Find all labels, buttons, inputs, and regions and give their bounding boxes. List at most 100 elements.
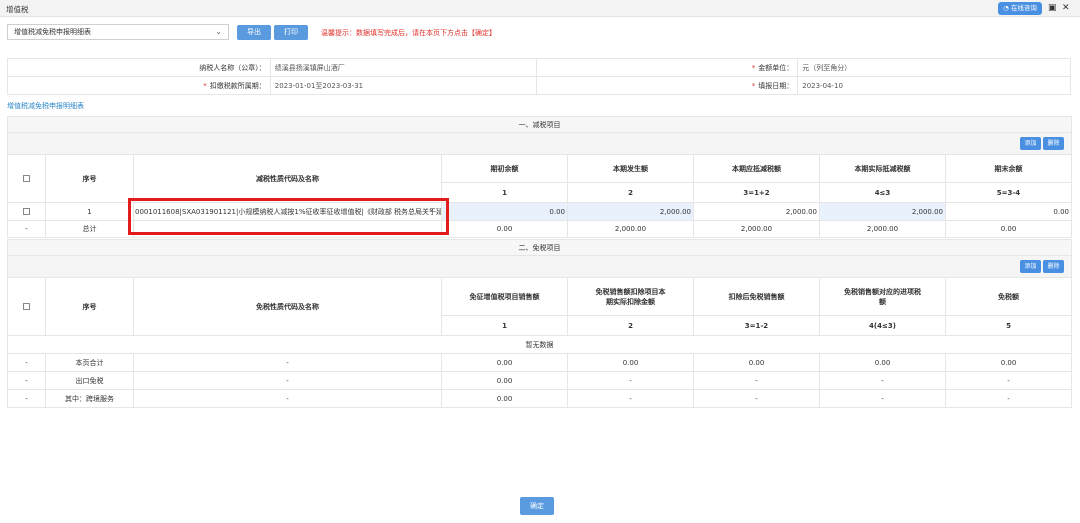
highlight-box <box>128 198 449 235</box>
form-type-select-value: 增值税减免税申报明细表 <box>14 28 91 36</box>
column-header: 本期发生额 <box>567 154 694 183</box>
total-closing: 0.00 <box>945 220 1072 238</box>
column-code: 3=1+2 <box>693 182 820 203</box>
tax-period-label: 扣缴税款所属期： <box>209 81 266 90</box>
row-dash: - <box>7 371 46 390</box>
row-value: - <box>567 371 694 390</box>
total-label: 总计 <box>45 220 134 238</box>
warm-tip-text: 温馨提示：数据填写完成后，请在本页下方点击【确定】 <box>321 29 496 37</box>
exemption-section-title: 二、免税项目 <box>7 239 1072 256</box>
add-button[interactable]: 添加 <box>1020 137 1041 150</box>
required-mark: * <box>751 63 756 72</box>
table-row: - 本页合计 - 0.00 0.00 0.00 0.00 0.00 <box>7 353 1072 372</box>
current-amount-input[interactable]: 2,000.00 <box>567 202 694 221</box>
row-label: 其中：跨境服务 <box>45 389 134 408</box>
row-value: 0.00 <box>819 353 946 372</box>
required-mark: * <box>751 81 756 90</box>
required-mark: * <box>203 81 207 90</box>
column-header: 免税销售额对应的进项税额 <box>819 277 946 316</box>
total-opening: 0.00 <box>441 220 568 238</box>
amount-unit-label: 金额单位： <box>758 63 794 72</box>
column-header: 本期实际抵减税额 <box>819 154 946 183</box>
empty-data-text: 暂无数据 <box>7 335 1072 354</box>
table-row: - 其中：跨境服务 - 0.00 - - - - <box>7 389 1072 408</box>
column-code: 5=3-4 <box>945 182 1072 203</box>
column-header: 期初余额 <box>441 154 568 183</box>
delete-button[interactable]: 删除 <box>1043 260 1064 273</box>
add-button[interactable]: 添加 <box>1020 260 1041 273</box>
deductible-amount-value: 2,000.00 <box>693 202 820 221</box>
online-consult-button[interactable]: ◔ 在线咨询 <box>998 2 1042 15</box>
row-dash: - <box>7 220 46 238</box>
exemption-table: 二、免税项目 添加 删除 序号 免税性质代码及名称 免征增值税项目销售额 免税销售… <box>7 239 1072 408</box>
amount-unit-value: 元（列至角分） <box>797 58 1071 77</box>
window-title-bar: 增值税 ◔ 在线咨询 ▣ ✕ <box>0 0 1080 17</box>
window-title: 增值税 <box>6 5 29 14</box>
column-header: 减税性质代码及名称 <box>133 154 442 203</box>
column-header: 扣除后免税销售额 <box>693 277 820 316</box>
column-header: 免税额 <box>945 277 1072 316</box>
row-value: - <box>693 389 820 408</box>
row-value: - <box>819 371 946 390</box>
column-header: 免税销售额扣除项目本期实际扣除金额 <box>567 277 694 316</box>
taxpayer-name-label: 纳税人名称（公章）： <box>7 58 271 77</box>
row-dash: - <box>7 389 46 408</box>
row-value: - <box>819 389 946 408</box>
total-current: 2,000.00 <box>567 220 694 238</box>
opening-balance-input[interactable]: 0.00 <box>441 202 568 221</box>
table-row: - 出口免税 - 0.00 - - - - <box>7 371 1072 390</box>
row-value: 0.00 <box>567 353 694 372</box>
headset-icon: ◔ <box>1003 4 1009 12</box>
column-code: 2 <box>567 315 694 336</box>
row-dash: - <box>7 353 46 372</box>
tax-period-value: 2023-01-01至2023-03-31 <box>269 76 537 95</box>
fill-date-label: 填报日期： <box>758 81 794 90</box>
row-value: 0.00 <box>441 371 568 390</box>
section-caption: 增值税减免税申报明细表 <box>7 102 84 110</box>
column-header: 序号 <box>45 154 134 203</box>
row-name: - <box>133 353 442 372</box>
row-name: - <box>133 389 442 408</box>
closing-balance-value: 0.00 <box>945 202 1072 221</box>
row-value: - <box>945 389 1072 408</box>
column-code: 4(4≤3) <box>819 315 946 336</box>
restore-window-icon[interactable]: ▣ <box>1048 3 1057 13</box>
chevron-down-icon: ⌄ <box>215 27 222 36</box>
row-value: 0.00 <box>945 353 1072 372</box>
column-header: 期末余额 <box>945 154 1072 183</box>
delete-button[interactable]: 删除 <box>1043 137 1064 150</box>
select-all-checkbox[interactable] <box>23 303 30 310</box>
actual-deduction-input[interactable]: 2,000.00 <box>819 202 946 221</box>
column-header: 序号 <box>45 277 134 336</box>
column-header: 免税性质代码及名称 <box>133 277 442 336</box>
confirm-button[interactable]: 确定 <box>520 497 554 515</box>
column-code: 1 <box>441 315 568 336</box>
total-actual: 2,000.00 <box>819 220 946 238</box>
column-code: 4≤3 <box>819 182 946 203</box>
column-code: 1 <box>441 182 568 203</box>
row-value: - <box>693 371 820 390</box>
online-consult-label: 在线咨询 <box>1010 4 1037 12</box>
column-code: 3=1-2 <box>693 315 820 336</box>
select-all-checkbox[interactable] <box>23 175 30 182</box>
export-button[interactable]: 导出 <box>237 25 271 40</box>
print-button[interactable]: 打印 <box>274 25 308 40</box>
row-value: 0.00 <box>693 353 820 372</box>
reduction-section-title: 一、减税项目 <box>7 116 1072 133</box>
close-window-icon[interactable]: ✕ <box>1062 3 1070 13</box>
column-header: 本期应抵减税额 <box>693 154 820 183</box>
row-checkbox[interactable] <box>23 208 30 215</box>
row-value: 0.00 <box>441 353 568 372</box>
fill-date-value: 2023-04-10 <box>797 76 1071 95</box>
form-type-select[interactable]: 增值税减免税申报明细表 ⌄ <box>7 24 229 40</box>
total-deductible: 2,000.00 <box>693 220 820 238</box>
row-value: 0.00 <box>441 389 568 408</box>
column-header: 免征增值税项目销售额 <box>441 277 568 316</box>
taxpayer-info-table: 纳税人名称（公章）： 绩溪县扬溪镇屏山酒厂 * 金额单位： 元（列至角分） * 扣缴… <box>7 58 1071 95</box>
column-code: 5 <box>945 315 1072 336</box>
row-name: - <box>133 371 442 390</box>
row-index: 1 <box>45 202 134 221</box>
row-value: - <box>945 371 1072 390</box>
taxpayer-name-value: 绩溪县扬溪镇屏山酒厂 <box>269 58 537 77</box>
column-code: 2 <box>567 182 694 203</box>
